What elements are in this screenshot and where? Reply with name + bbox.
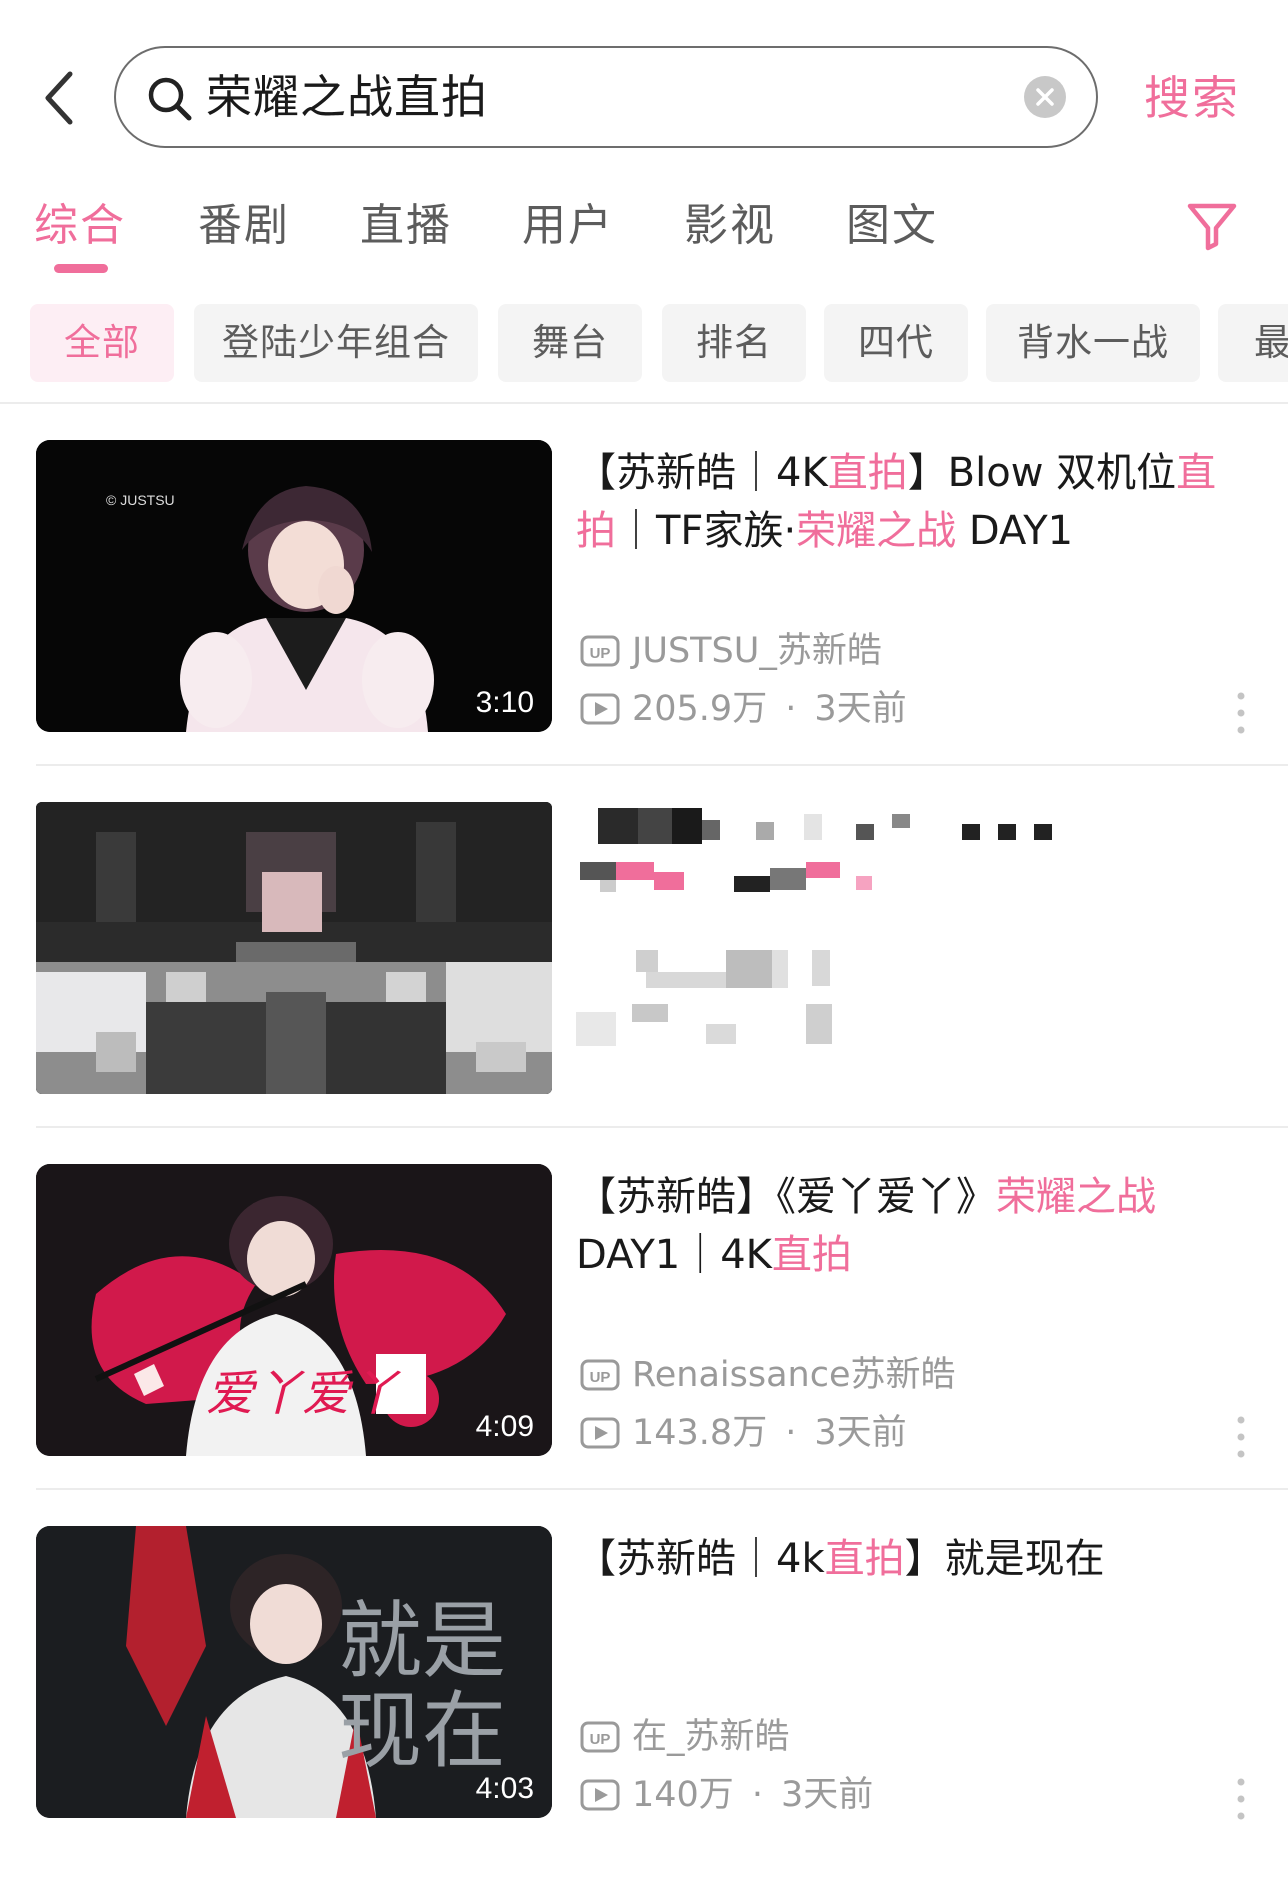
stats-row: 143.8万 · 3天前 [580,1408,907,1458]
uploader-name: 在_苏新皓 [632,1717,790,1757]
chip-stage[interactable]: 舞台 [498,304,642,382]
thumbnail-caption: 爱丫爱丫 [206,1366,399,1422]
svg-text:UP: UP [590,1731,611,1748]
up-badge-icon: UP [580,635,620,667]
play-count-icon [580,1779,620,1811]
separator-dot: · [785,1413,797,1453]
search-header: 荣耀之战直拍 搜索 [0,0,1288,170]
search-submit-button[interactable]: 搜索 [1144,60,1240,136]
back-button[interactable] [30,58,90,138]
filter-icon[interactable] [1184,198,1240,254]
chip-ranking[interactable]: 排名 [662,304,806,382]
video-duration: 3:10 [475,686,534,719]
video-thumbnail: 就是 现在 4:03 [36,1526,552,1818]
title-text: DAY1 [956,508,1074,554]
video-duration: 4:03 [475,1772,534,1805]
video-result-card[interactable]: © JUSTSU 3:10 【苏新皓｜4K直拍】Blow 双机位直拍｜TF家族·… [0,404,1288,766]
play-count-icon [580,1417,620,1449]
stats-row: 205.9万 · 3天前 [580,684,907,734]
publish-time: 3天前 [814,1413,907,1453]
video-title[interactable]: 【苏新皓｜4k直拍】就是现在 [576,1530,1256,1588]
clear-icon [1036,88,1054,106]
play-count-icon [580,693,620,725]
video-thumbnail: © JUSTSU 3:10 [36,440,552,732]
thumbnail-caption-line: 就是 [338,1592,507,1690]
publish-time: 3天前 [814,689,907,729]
title-text: DAY1｜4K [576,1232,772,1278]
filter-chips: 全部 登陆少年组合 舞台 排名 四代 背水一战 最 [0,302,1288,384]
uploader-row[interactable]: UP 在_苏新皓 [580,1712,790,1762]
view-count: 140万 [632,1775,734,1815]
title-highlight: 直拍 [827,450,908,496]
chip-group[interactable]: 登陆少年组合 [194,304,478,382]
chip-all[interactable]: 全部 [30,304,174,382]
title-text: 】Blow 双机位 [907,450,1177,496]
thumbnail-caption-line: 现在 [338,1682,507,1780]
up-badge-icon: UP [580,1359,620,1391]
more-vertical-icon[interactable] [1230,1774,1252,1824]
title-highlight: 荣耀之战 [996,1174,1156,1220]
title-highlight: 荣耀之战 [796,508,957,554]
title-text: 【苏新皓｜4K [576,450,828,496]
video-thumbnail: 爱丫爱丫 4:09 [36,1164,552,1456]
view-count: 143.8万 [632,1413,768,1453]
video-result-card[interactable]: 爱丫爱丫 4:09 【苏新皓】《爱丫爱丫》荣耀之战 DAY1｜4K直拍 UP R… [0,1128,1288,1490]
video-result-card[interactable]: 就是 现在 4:03 【苏新皓｜4k直拍】就是现在 UP 在_苏新皓 140万 … [0,1490,1288,1852]
clear-button[interactable] [1024,76,1066,118]
video-duration: 4:09 [475,1410,534,1443]
title-text: 【苏新皓】《爱丫爱丫》 [576,1174,996,1220]
separator-dot: · [751,1775,763,1815]
pixelated-meta [576,950,896,1060]
chip-fourth-gen[interactable]: 四代 [824,304,968,382]
thumbnail-watermark: © JUSTSU [106,492,175,508]
publish-time: 3天前 [780,1775,874,1815]
more-vertical-icon[interactable] [1230,1412,1252,1462]
title-text: ｜TF家族· [616,508,797,554]
thumbnail-caption: 就是 现在 [338,1596,506,1776]
uploader-row[interactable]: UP JUSTSU_苏新皓 [580,626,882,676]
title-text: 】就是现在 [904,1536,1105,1582]
uploader-name: JUSTSU_苏新皓 [632,631,882,671]
chip-more[interactable]: 最 [1218,304,1288,382]
uploader-row[interactable]: UP Renaissance苏新皓 [580,1350,956,1400]
tab-users[interactable]: 用户 [522,196,614,256]
uploader-name: Renaissance苏新皓 [632,1355,956,1395]
search-icon [148,77,192,121]
result-type-tabs: 综合 番剧 直播 用户 影视 图文 [0,180,1288,290]
video-result-card-pixelated[interactable] [0,766,1288,1128]
stats-row: 140万 · 3天前 [580,1770,873,1820]
tab-articles[interactable]: 图文 [846,196,938,256]
tab-film[interactable]: 影视 [684,196,776,256]
svg-text:UP: UP [590,1369,611,1386]
up-badge-icon: UP [580,1721,620,1753]
tab-bangumi[interactable]: 番剧 [198,196,290,256]
title-highlight: 直拍 [824,1536,905,1582]
more-vertical-icon[interactable] [1230,688,1252,738]
search-query-text: 荣耀之战直拍 [206,70,488,124]
view-count: 205.9万 [632,689,768,729]
separator-dot: · [785,689,797,729]
tab-comprehensive[interactable]: 综合 [34,196,126,256]
video-title[interactable]: 【苏新皓】《爱丫爱丫》荣耀之战 DAY1｜4K直拍 [576,1168,1256,1284]
chip-last-stand[interactable]: 背水一战 [986,304,1200,382]
search-input[interactable]: 荣耀之战直拍 [114,46,1098,148]
video-title[interactable]: 【苏新皓｜4K直拍】Blow 双机位直拍｜TF家族·荣耀之战 DAY1 [576,444,1256,560]
active-tab-indicator [54,264,108,273]
chevron-left-icon [45,71,73,125]
title-text: 【苏新皓｜4k [576,1536,825,1582]
tab-live[interactable]: 直播 [360,196,452,256]
svg-text:UP: UP [590,645,611,662]
title-highlight: 直拍 [771,1232,852,1278]
pixelated-title [580,806,1260,916]
pixelated-thumbnail [36,802,552,1094]
